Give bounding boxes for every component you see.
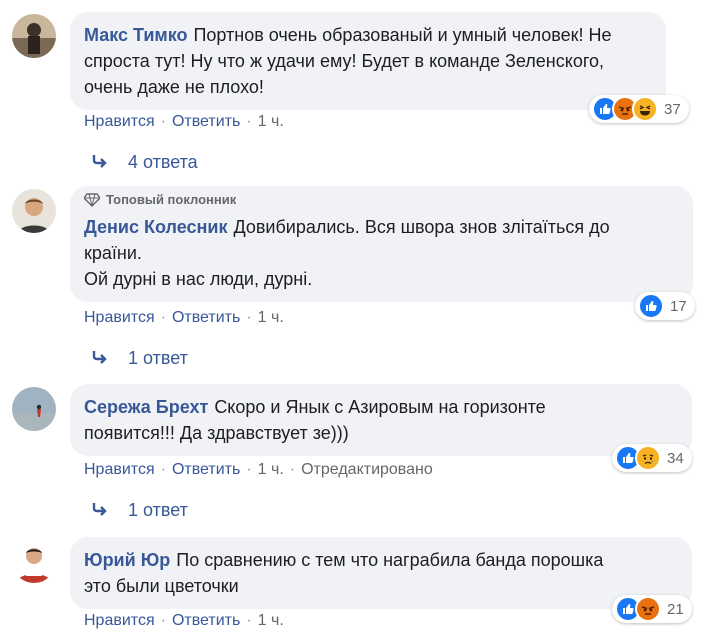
reaction-count: 21 (667, 600, 684, 618)
comment-time[interactable]: 1 ч. (258, 461, 284, 479)
comment-actions: Нравится · Ответить · 1 ч. · Отредактиро… (84, 461, 433, 479)
comment-actions: Нравится · Ответить · 1 ч. (84, 309, 284, 327)
reply-arrow-icon (92, 348, 108, 369)
reaction-count: 17 (670, 297, 687, 315)
separator-dot: · (246, 309, 252, 326)
comment-time[interactable]: 1 ч. (258, 309, 284, 327)
comment-text: По сравнению с тем что награбила банда п… (176, 550, 604, 570)
reply-link[interactable]: Ответить (172, 461, 240, 479)
reply-link[interactable]: Ответить (172, 612, 240, 630)
separator-dot: · (246, 612, 252, 629)
reply-link[interactable]: Ответить (172, 309, 240, 327)
comment-text: Портнов очень образованый и умный челове… (193, 25, 612, 45)
comment-text: очень даже не плохо! (84, 77, 264, 97)
comment-text: країни. (84, 243, 142, 263)
comment-time[interactable]: 1 ч. (258, 113, 284, 131)
reply-link[interactable]: Ответить (172, 113, 240, 131)
like-link[interactable]: Нравится (84, 612, 155, 630)
replies-count[interactable]: 1 ответ (128, 348, 188, 369)
comment-text: Довибирались. Вся швора знов злітаїться … (233, 217, 610, 237)
avatar[interactable] (12, 189, 56, 233)
angry-icon (635, 596, 661, 622)
separator-dot: · (160, 612, 166, 629)
separator-dot: · (289, 461, 296, 478)
reactions-summary[interactable]: 17 (635, 292, 695, 320)
like-link[interactable]: Нравится (84, 461, 155, 479)
comment-bubble: Макс Тимко Портнов очень образованый и ум… (70, 12, 666, 110)
comment-text: Ой дурні в нас люди, дурні. (84, 269, 313, 289)
reaction-count: 34 (667, 449, 684, 467)
reactions-summary[interactable]: 34 (612, 444, 692, 472)
comment-text: Скоро и Янык с Азировым на горизонте (214, 397, 546, 417)
separator-dot: · (160, 113, 166, 130)
comment-bubble: Топовый поклонник Денис Колесник Довибира… (70, 186, 693, 302)
sad-icon (635, 445, 661, 471)
top-fan-badge: Топовый поклонник (84, 190, 677, 210)
separator-dot: · (246, 113, 252, 130)
badge-label: Топовый поклонник (106, 192, 237, 207)
like-link[interactable]: Нравится (84, 309, 155, 327)
reaction-count: 37 (664, 100, 681, 118)
view-replies-link[interactable]: 1 ответ (92, 500, 188, 521)
replies-count[interactable]: 4 ответа (128, 152, 198, 173)
comment-text: появится!!! Да здравствует зе))) (84, 423, 349, 443)
separator-dot: · (160, 309, 166, 326)
comment-author[interactable]: Сережа Брехт (84, 397, 208, 417)
view-replies-link[interactable]: 1 ответ (92, 348, 188, 369)
comment-author[interactable]: Денис Колесник (84, 217, 227, 237)
comment-bubble: Сережа Брехт Скоро и Янык с Азировым на г… (70, 384, 692, 456)
like-icon (638, 293, 664, 319)
comment-time[interactable]: 1 ч. (258, 612, 284, 630)
comment-author[interactable]: Макс Тимко (84, 25, 187, 45)
comment-bubble: Юрий Юр По сравнению с тем что награбила … (70, 537, 692, 609)
reply-arrow-icon (92, 152, 108, 173)
diamond-icon (84, 193, 100, 207)
comment-text: это были цветочки (84, 576, 239, 596)
comment-actions: Нравится · Ответить · 1 ч. (84, 113, 284, 131)
reactions-summary[interactable]: 37 (589, 95, 689, 123)
reactions-summary[interactable]: 21 (612, 595, 692, 623)
reply-arrow-icon (92, 500, 108, 521)
comment-text: спроста тут! Ну что ж удачи ему! Будет в… (84, 51, 605, 71)
separator-dot: · (246, 461, 252, 478)
haha-icon (632, 96, 658, 122)
avatar[interactable] (12, 539, 56, 583)
comment-actions: Нравится · Ответить · 1 ч. (84, 612, 284, 630)
replies-count[interactable]: 1 ответ (128, 500, 188, 521)
avatar[interactable] (12, 387, 56, 431)
edited-label[interactable]: Отредактировано (301, 461, 433, 479)
like-link[interactable]: Нравится (84, 113, 155, 131)
view-replies-link[interactable]: 4 ответа (92, 152, 198, 173)
comment-author[interactable]: Юрий Юр (84, 550, 170, 570)
separator-dot: · (160, 461, 166, 478)
avatar[interactable] (12, 14, 56, 58)
